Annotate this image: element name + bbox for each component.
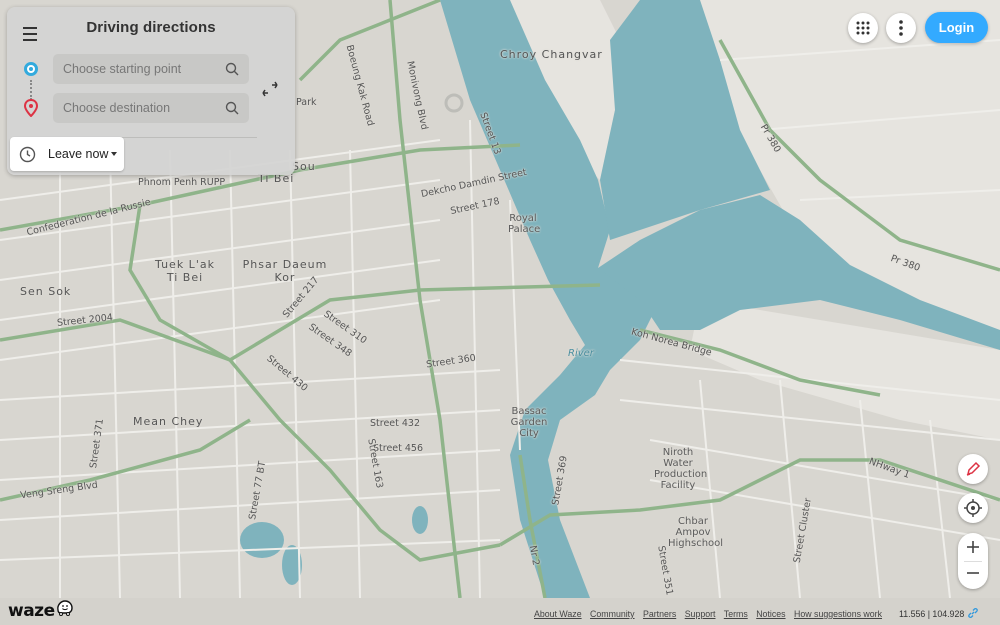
report-button[interactable] (958, 454, 988, 484)
map-label: Tuek L'ak Ti Bei (155, 258, 215, 284)
directions-panel: Driving directions Leave now (7, 7, 295, 175)
map-label: Mean Chey (133, 415, 204, 428)
destination-field (53, 93, 249, 123)
apps-button[interactable] (848, 13, 878, 43)
footer-link-about[interactable]: About Waze (534, 609, 582, 619)
road-label: Street 456 (373, 443, 424, 454)
map-label: Chroy Changvar (500, 48, 603, 61)
clock-icon (19, 146, 36, 163)
map-label: Sou (292, 160, 316, 173)
start-pin-icon (24, 62, 38, 76)
pencil-icon (966, 461, 981, 476)
footer-link-community[interactable]: Community (590, 609, 634, 619)
coordinates-readout: 11.556 | 104.928 (899, 609, 965, 619)
start-input[interactable] (53, 54, 223, 84)
waze-logo-text[interactable]: waze (8, 601, 55, 621)
map-label: Bassac Garden City (510, 406, 548, 439)
road-label: Phnom Penh RUPP (138, 177, 226, 188)
swap-icon[interactable] (260, 79, 280, 99)
footer-links: About Waze Community Partners Support Te… (534, 609, 888, 619)
locate-button[interactable] (958, 493, 988, 523)
footer-link-partners[interactable]: Partners (643, 609, 676, 619)
login-button[interactable]: Login (925, 12, 988, 43)
grid-icon (856, 21, 870, 35)
panel-title: Driving directions (86, 19, 216, 36)
leave-time-dropdown[interactable]: Leave now (10, 137, 124, 171)
map-label: River (568, 348, 594, 359)
route-dots-icon (30, 80, 32, 100)
map-label: Niroth Water Production Facility (654, 447, 708, 491)
more-vertical-icon (899, 20, 903, 36)
chevron-down-icon (111, 152, 117, 156)
crosshair-icon (964, 499, 982, 517)
destination-input[interactable] (53, 93, 223, 123)
start-field (53, 54, 249, 84)
zoom-in-button[interactable] (958, 533, 988, 561)
footer-link-terms[interactable]: Terms (724, 609, 748, 619)
map-label: Sen Sok (20, 285, 72, 298)
zoom-out-button[interactable] (958, 561, 988, 589)
more-button[interactable] (886, 13, 916, 43)
footer-link-notices[interactable]: Notices (756, 609, 785, 619)
link-icon[interactable] (967, 607, 979, 619)
minus-icon (967, 572, 979, 574)
search-icon[interactable] (225, 101, 239, 115)
leave-label: Leave now (48, 147, 109, 161)
footer: waze About Waze Community Partners Suppo… (0, 598, 1000, 625)
road-label: Park (296, 97, 317, 108)
footer-link-support[interactable]: Support (685, 609, 716, 619)
road-label: Street 432 (370, 418, 421, 429)
map-label: Royal Palace (508, 213, 541, 235)
menu-icon-bar (23, 39, 37, 41)
zoom-control (958, 533, 988, 589)
search-icon[interactable] (225, 62, 239, 76)
footer-link-suggestions[interactable]: How suggestions work (794, 609, 882, 619)
plus-icon (967, 541, 979, 553)
map-label: Chbar Ampov Highschool (668, 516, 724, 549)
destination-pin-icon (23, 99, 39, 117)
waze-logo-icon (57, 600, 73, 616)
